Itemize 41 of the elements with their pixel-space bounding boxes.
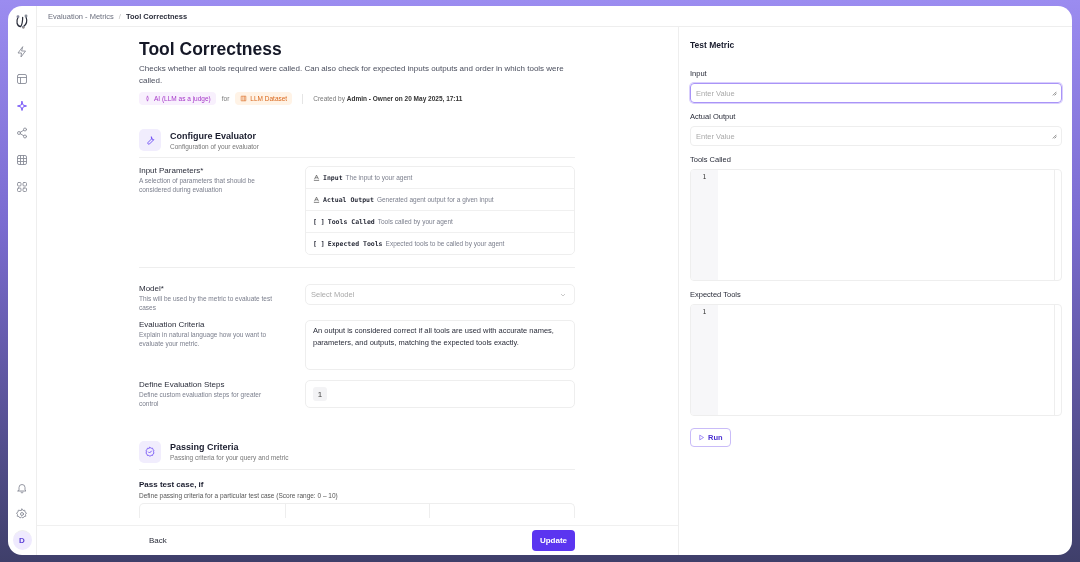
back-button[interactable]: Back	[139, 532, 177, 549]
section-title: Configure Evaluator	[170, 130, 257, 141]
resize-handle-icon[interactable]	[1051, 133, 1057, 139]
columns-icon	[240, 95, 248, 103]
sparkle-icon	[16, 100, 28, 112]
bell-icon	[16, 482, 28, 494]
logo-icon[interactable]	[14, 14, 30, 30]
field-label: Model*	[139, 284, 165, 294]
page-title: Tool Correctness	[139, 39, 283, 60]
lightning-icon	[16, 46, 28, 58]
sidebar-item[interactable]	[16, 46, 28, 58]
sidebar-item[interactable]	[16, 508, 28, 520]
sidebar-item[interactable]	[16, 482, 28, 494]
panel-title: Test Metric	[690, 40, 736, 50]
layout-icon	[16, 73, 28, 85]
play-icon	[698, 434, 705, 441]
sidebar-item[interactable]	[16, 181, 28, 193]
steps-field[interactable]: 1	[305, 380, 575, 409]
table-icon	[16, 154, 28, 166]
grid-icon	[16, 181, 28, 193]
sidebar-item[interactable]	[16, 154, 28, 166]
text-type-icon	[313, 174, 320, 182]
resize-handle-icon[interactable]	[1051, 90, 1057, 96]
field-label: Input Parameters*	[139, 166, 205, 176]
sidebar-item[interactable]	[16, 127, 28, 139]
sidebar-item[interactable]	[16, 100, 28, 112]
update-button[interactable]: Update	[531, 530, 575, 551]
settings-icon	[16, 508, 28, 520]
badge-check-icon	[139, 440, 161, 463]
wrench-icon	[139, 129, 161, 152]
step-number: 1	[313, 387, 327, 402]
field-label: Define Evaluation Steps	[139, 380, 226, 390]
rule-title: Pass test case, if	[139, 479, 205, 489]
page-description: Checks whether all tools required were called. Can also check for expected inputs outputs and order in which tools were called.	[139, 63, 565, 87]
field-label: Evaluation Criteria	[139, 320, 206, 330]
text-type-icon	[313, 196, 320, 204]
user-avatar[interactable]: D	[12, 530, 32, 550]
share-icon	[16, 127, 28, 139]
section-title: Passing Criteria	[170, 442, 240, 453]
diamond-icon	[144, 95, 151, 103]
sidebar-item[interactable]	[16, 73, 28, 85]
